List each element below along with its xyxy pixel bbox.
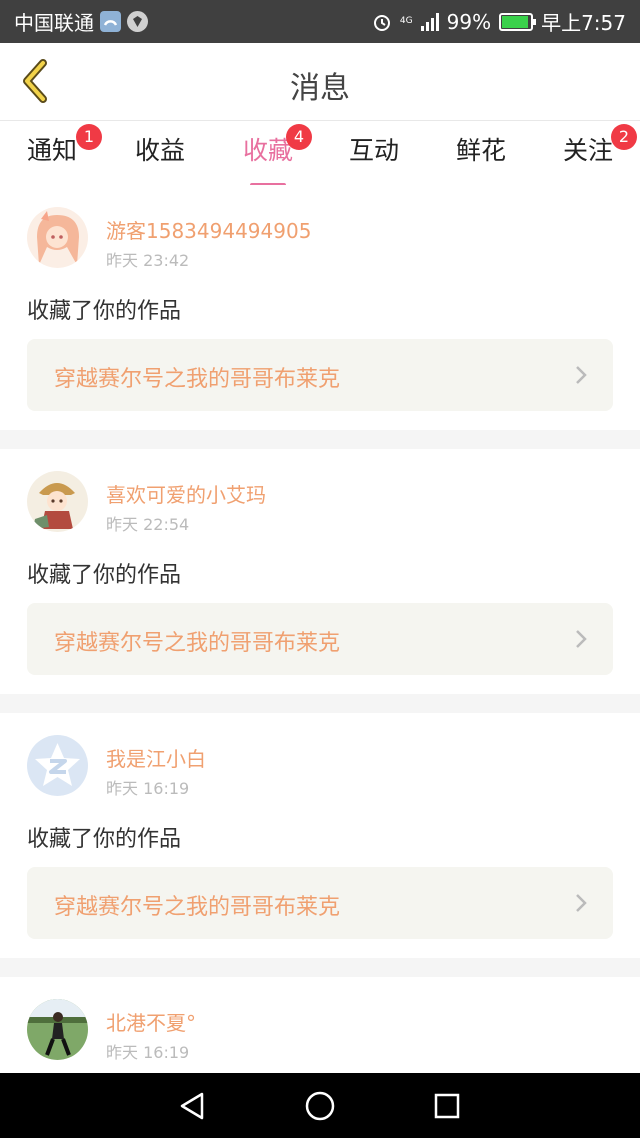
tab-label: 互动 <box>348 136 399 165</box>
tab-earnings[interactable]: 收益 <box>134 131 186 181</box>
action-text: 收藏了你的作品 <box>27 299 182 324</box>
tab-follows[interactable]: 关注 2 <box>562 124 637 181</box>
avatar[interactable] <box>27 207 88 268</box>
tab-label: 收益 <box>134 136 185 165</box>
avatar[interactable] <box>27 471 88 532</box>
app-notification-icon <box>100 11 121 32</box>
nav-back-button[interactable] <box>173 1086 213 1126</box>
work-link[interactable]: 穿越赛尔号之我的哥哥布莱克 <box>27 867 613 939</box>
message-card: 喜欢可爱的小艾玛 昨天 22:54 收藏了你的作品 穿越赛尔号之我的哥哥布莱克 <box>0 449 640 694</box>
timestamp: 昨天 22:54 <box>106 515 190 534</box>
unread-badge: 2 <box>611 124 637 150</box>
message-card: 我是江小白 昨天 16:19 收藏了你的作品 穿越赛尔号之我的哥哥布莱克 <box>0 713 640 958</box>
square-recents-icon <box>434 1093 459 1118</box>
circle-home-icon <box>305 1091 335 1120</box>
system-nav-bar <box>0 1073 640 1138</box>
triangle-back-icon <box>181 1092 204 1119</box>
action-text: 收藏了你的作品 <box>27 563 182 588</box>
chevron-right-icon <box>576 366 587 384</box>
user-name[interactable]: 我是江小白 <box>106 743 206 772</box>
network-type-label: 4G <box>399 16 413 26</box>
carrier-label: 中国联通 <box>14 11 94 35</box>
unread-badge: 1 <box>76 124 102 150</box>
tab-label: 鲜花 <box>455 136 506 165</box>
chevron-right-icon <box>576 894 587 912</box>
work-title: 穿越赛尔号之我的哥哥布莱克 <box>54 895 341 920</box>
timestamp: 昨天 16:19 <box>106 1043 190 1062</box>
tab-flowers[interactable]: 鲜花 <box>455 131 507 181</box>
message-card: 北港不夏° 昨天 16:19 <box>0 977 640 1073</box>
page-title: 消息 <box>290 71 350 106</box>
nav-home-button[interactable] <box>300 1086 340 1126</box>
alarm-icon <box>373 14 390 31</box>
user-name[interactable]: 游客1583494494905 <box>106 215 311 244</box>
user-name[interactable]: 喜欢可爱的小艾玛 <box>106 479 266 508</box>
tab-favorites[interactable]: 收藏 4 <box>242 124 312 187</box>
clock-time: 早上7:57 <box>541 11 626 35</box>
work-link[interactable]: 穿越赛尔号之我的哥哥布莱克 <box>27 339 613 411</box>
timestamp: 昨天 23:42 <box>106 251 190 270</box>
app-header: 消息 <box>0 43 640 121</box>
tab-label: 关注 <box>562 136 613 165</box>
tab-label: 通知 <box>26 136 77 165</box>
tab-interactions[interactable]: 互动 <box>348 131 400 181</box>
action-text: 收藏了你的作品 <box>27 827 182 852</box>
avatar[interactable] <box>27 735 88 796</box>
status-bar: 中国联通 4G 99% 早上7:57 <box>0 0 640 43</box>
battery-icon <box>499 12 537 31</box>
work-title: 穿越赛尔号之我的哥哥布莱克 <box>54 631 341 656</box>
work-link[interactable]: 穿越赛尔号之我的哥哥布莱克 <box>27 603 613 675</box>
battery-percent: 99% <box>446 9 492 34</box>
nav-recents-button[interactable] <box>427 1086 467 1126</box>
chevron-right-icon <box>576 630 587 648</box>
timestamp: 昨天 16:19 <box>106 779 190 798</box>
work-title: 穿越赛尔号之我的哥哥布莱克 <box>54 367 341 392</box>
tab-bar: 通知 1 收益 收藏 4 互动 鲜花 关注 2 <box>0 121 640 187</box>
user-name[interactable]: 北港不夏° <box>106 1007 196 1036</box>
signal-icon <box>420 12 439 31</box>
shield-app-icon <box>127 11 148 32</box>
avatar[interactable] <box>27 999 88 1060</box>
tab-notifications[interactable]: 通知 1 <box>26 124 102 181</box>
unread-badge: 4 <box>286 124 312 150</box>
message-card: 游客1583494494905 昨天 23:42 收藏了你的作品 穿越赛尔号之我… <box>0 185 640 430</box>
